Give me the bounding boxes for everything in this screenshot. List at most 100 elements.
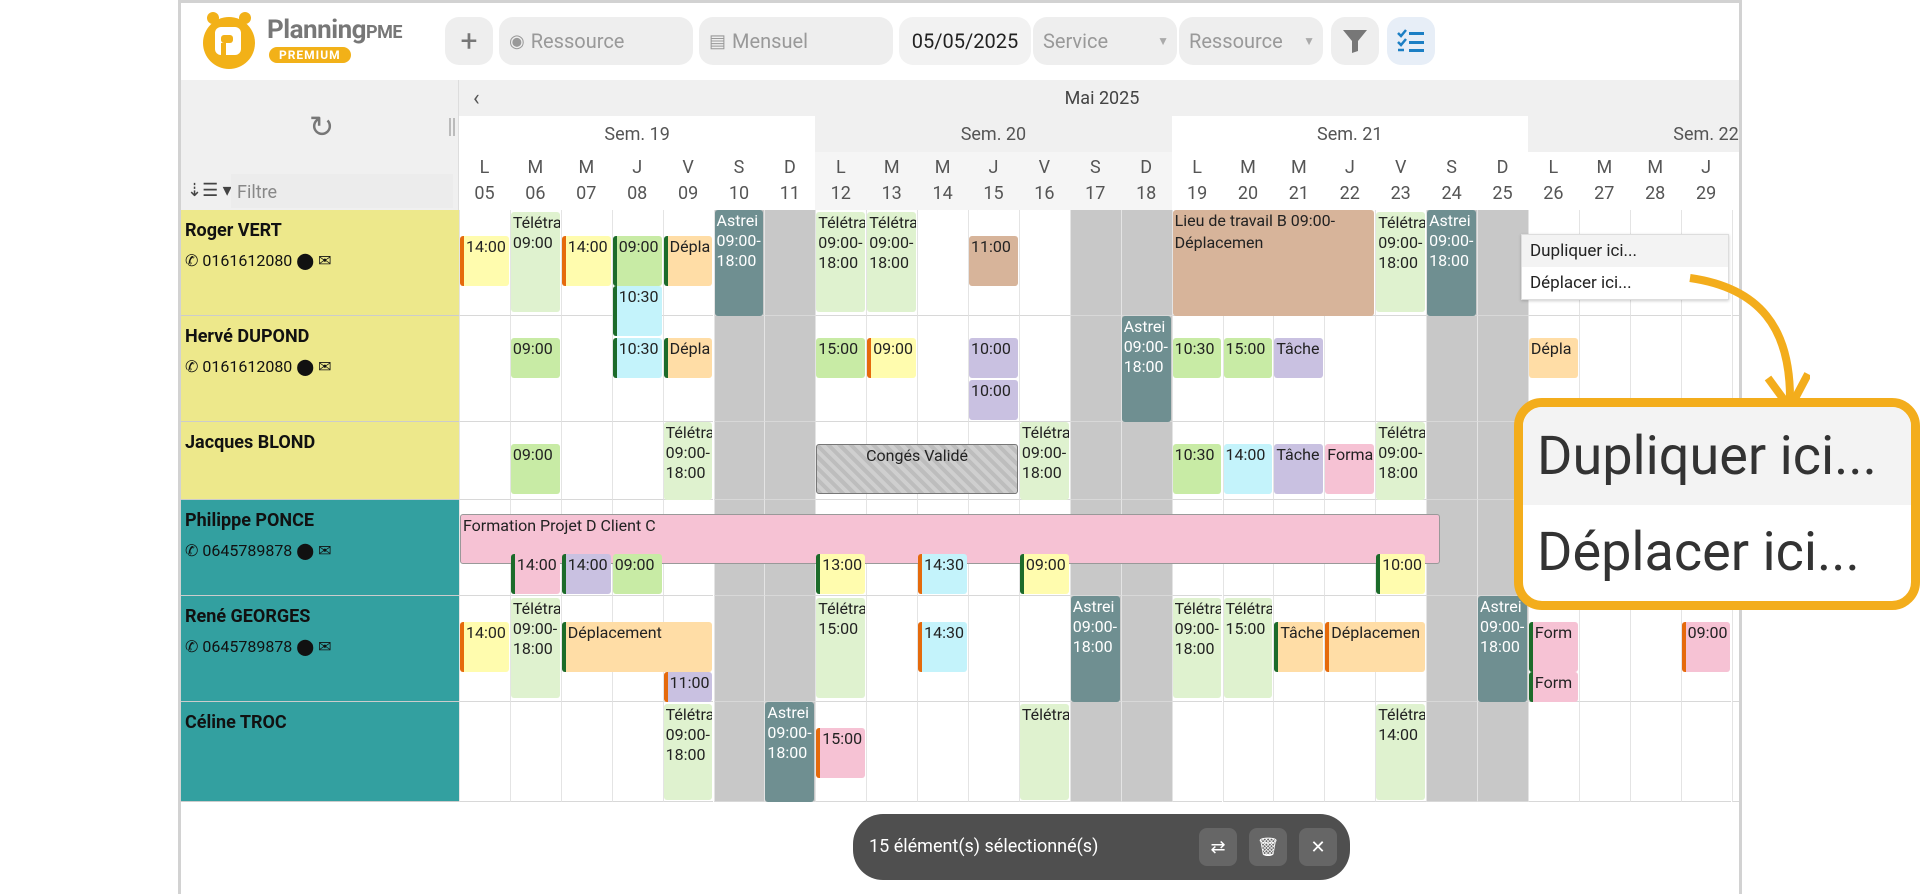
- calendar-cell[interactable]: [917, 702, 968, 802]
- event-block[interactable]: Télétra 09:00- 18:00: [1172, 598, 1222, 698]
- resource-filter-select[interactable]: Ressource ▼: [1179, 17, 1323, 65]
- calendar-cell[interactable]: [1426, 596, 1477, 702]
- service-filter-select[interactable]: Service ▼: [1033, 17, 1177, 65]
- event-block[interactable]: Tâche: [1274, 444, 1324, 494]
- event-block[interactable]: Dépla: [663, 338, 713, 378]
- calendar-cell[interactable]: [1324, 702, 1376, 802]
- calendar-cell[interactable]: [1069, 210, 1121, 316]
- calendar-cell[interactable]: [611, 422, 663, 500]
- day-header[interactable]: L 26: [1528, 152, 1579, 210]
- day-header[interactable]: V3: [1732, 152, 1740, 210]
- day-header[interactable]: M 06: [510, 152, 561, 210]
- calendar-cell[interactable]: [1222, 702, 1274, 802]
- resource-row[interactable]: René GEORGES ✆ 0645789878 ⬤ ✉: [181, 596, 459, 702]
- event-block[interactable]: Astrei 09:00- 18:00: [1427, 210, 1476, 316]
- day-header[interactable]: V 16: [1018, 152, 1070, 210]
- event-block[interactable]: Forma: [1325, 444, 1375, 494]
- event-block[interactable]: 14:30: [918, 554, 967, 594]
- calendar-cell[interactable]: [560, 316, 612, 422]
- day-header[interactable]: S 10: [714, 152, 765, 210]
- calendar-cell[interactable]: [764, 210, 816, 316]
- event-block[interactable]: 09:00: [1019, 554, 1069, 594]
- calendar-cell[interactable]: [1477, 702, 1528, 802]
- calendar-cell[interactable]: [764, 422, 816, 500]
- calendar-cell[interactable]: [713, 596, 765, 702]
- day-header[interactable]: M 13: [866, 152, 918, 210]
- calendar-cell[interactable]: [1578, 702, 1630, 802]
- day-header[interactable]: L 19: [1172, 152, 1223, 210]
- day-header[interactable]: M 07: [561, 152, 612, 210]
- event-block[interactable]: 13:00: [816, 554, 866, 594]
- calendar-cell[interactable]: [968, 702, 1019, 802]
- mail-icon[interactable]: ✉: [318, 251, 331, 270]
- event-block[interactable]: Télétra 09:00- 18:00: [663, 704, 713, 800]
- day-header[interactable]: V 23: [1375, 152, 1426, 210]
- calendar-cell[interactable]: [1578, 596, 1630, 702]
- view-selector[interactable]: ▤ Mensuel: [699, 17, 893, 65]
- mail-icon[interactable]: ✉: [318, 637, 331, 656]
- add-button[interactable]: +: [445, 17, 493, 65]
- event-block[interactable]: 09:00: [510, 444, 560, 494]
- event-block[interactable]: 11:00: [969, 236, 1018, 286]
- sort-icon[interactable]: ⇣☰ ▾: [187, 180, 232, 201]
- event-block[interactable]: 09:00: [612, 236, 662, 286]
- location-icon[interactable]: ⬤: [296, 357, 314, 376]
- event-block[interactable]: Tâche: [1274, 622, 1324, 672]
- event-block[interactable]: 09:00: [867, 338, 917, 378]
- event-block[interactable]: 14:00: [460, 622, 509, 672]
- calendar-cell[interactable]: [1426, 422, 1477, 500]
- day-header[interactable]: J 22: [1324, 152, 1375, 210]
- event-block[interactable]: Déplacement: [561, 622, 713, 672]
- calendar-cell[interactable]: [1477, 316, 1528, 422]
- refresh-icon[interactable]: ↻: [309, 110, 334, 145]
- calendar-cell[interactable]: [1120, 422, 1172, 500]
- event-block[interactable]: Télétra 15:00: [1223, 598, 1273, 698]
- event-block[interactable]: Télétra 14:00: [1376, 704, 1426, 800]
- swap-button[interactable]: ⇄: [1199, 828, 1237, 866]
- day-header[interactable]: D 11: [764, 152, 815, 210]
- day-header[interactable]: L 12: [815, 152, 867, 210]
- calendar-cell[interactable]: [1018, 596, 1070, 702]
- calendar-cell[interactable]: [866, 702, 918, 802]
- calendar-cell[interactable]: [866, 596, 918, 702]
- calendar-cell[interactable]: [1069, 702, 1121, 802]
- calendar-cell[interactable]: [1120, 210, 1172, 316]
- day-header[interactable]: S 24: [1426, 152, 1477, 210]
- event-block[interactable]: Télétra 09:00- 18:00: [1376, 422, 1426, 500]
- filter-button[interactable]: [1331, 17, 1379, 65]
- event-block[interactable]: 14:00: [561, 236, 611, 286]
- resource-row[interactable]: Céline TROC: [181, 702, 459, 802]
- event-block[interactable]: 10:00: [969, 380, 1018, 420]
- event-block[interactable]: Astrei 09:00- 18:00: [714, 210, 764, 316]
- event-block[interactable]: 10:30: [1172, 338, 1222, 378]
- calendar-cell[interactable]: [1324, 316, 1376, 422]
- event-block[interactable]: 14:00: [510, 554, 560, 594]
- calendar-cell[interactable]: [968, 596, 1019, 702]
- event-block[interactable]: Astrei 09:00- 18:00: [1478, 596, 1527, 702]
- calendar-cell[interactable]: [1069, 422, 1121, 500]
- calendar-cell[interactable]: [1375, 316, 1427, 422]
- event-block[interactable]: Form: [1528, 672, 1578, 702]
- event-block[interactable]: 10:30: [612, 338, 662, 378]
- calendar-cell[interactable]: [1731, 702, 1739, 802]
- calendar-cell[interactable]: [459, 422, 510, 500]
- event-block[interactable]: Astrei 09:00- 18:00: [1121, 316, 1171, 422]
- day-header[interactable]: D 25: [1477, 152, 1528, 210]
- event-block[interactable]: 10:00: [1376, 554, 1426, 594]
- event-block[interactable]: Dépla: [1528, 338, 1578, 378]
- location-icon[interactable]: ⬤: [296, 637, 314, 656]
- event-block[interactable]: Déplacemen: [1172, 232, 1273, 282]
- event-block[interactable]: Télétra: [1019, 704, 1069, 800]
- event-block[interactable]: Dépla: [663, 236, 713, 286]
- event-block[interactable]: 10:30: [1172, 444, 1222, 494]
- close-button[interactable]: ✕: [1299, 828, 1337, 866]
- event-block[interactable]: Télétra 09:00- 18:00: [663, 422, 713, 500]
- event-block[interactable]: Astrei 09:00- 18:00: [765, 702, 815, 802]
- event-block[interactable]: 15:00: [816, 728, 866, 778]
- chevron-left-icon[interactable]: ‹: [473, 86, 480, 111]
- calendar-cell[interactable]: [509, 702, 561, 802]
- calendar-cell[interactable]: [917, 316, 968, 422]
- day-header[interactable]: M 28: [1630, 152, 1681, 210]
- calendar-cell[interactable]: [459, 316, 510, 422]
- event-block[interactable]: 14:00: [561, 554, 611, 594]
